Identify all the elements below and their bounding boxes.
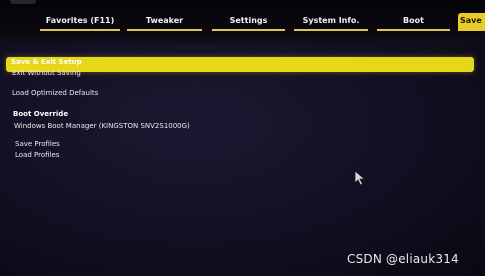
boot-override-entry[interactable]: Windows Boot Manager (KINGSTON SNV2S1000… [14,122,190,131]
tab-settings-label: Settings [229,16,268,25]
mouse-cursor-icon [354,170,366,186]
tab-boot-label: Boot [403,16,424,25]
menu-item-save-profiles[interactable]: Save Profiles [15,140,60,149]
menu-item-exit-without-saving[interactable]: Exit Without Saving [12,69,81,78]
tab-system-info[interactable]: System Info. [294,13,368,31]
tab-favorites[interactable]: Favorites (F11) [40,13,120,31]
boot-override-heading: Boot Override [13,110,69,118]
top-navigation-strip: Favorites (F11) Tweaker Settings System … [0,0,485,44]
menu-item-save-exit-setup[interactable]: Save & Exit Setup [11,58,82,67]
tab-boot[interactable]: Boot [377,13,450,31]
tab-system-info-label: System Info. [302,16,360,25]
tab-tweaker[interactable]: Tweaker [127,13,202,31]
brand-logo [10,0,36,4]
tab-favorites-label: Favorites (F11) [45,16,115,25]
watermark-text: CSDN @eliauk314 [347,252,459,266]
menu-item-load-profiles[interactable]: Load Profiles [15,151,59,160]
tab-save-exit-label: Save & Exit [460,16,485,25]
menu-item-load-optimized-defaults[interactable]: Load Optimized Defaults [12,89,98,98]
tab-save-exit[interactable]: Save & Exit [458,13,485,31]
tab-settings[interactable]: Settings [212,13,285,31]
tab-tweaker-label: Tweaker [145,16,184,25]
